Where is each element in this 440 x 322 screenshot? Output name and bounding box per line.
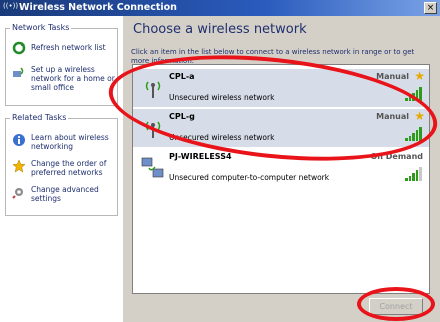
task-label: Learn about wireless networking: [31, 133, 109, 151]
signal-strength-icon: [405, 167, 423, 181]
signal-strength-icon: [405, 127, 423, 141]
connect-button[interactable]: Connect: [369, 298, 423, 315]
network-tasks-title: Network Tasks: [10, 23, 72, 32]
task-label: Change advanced settings: [31, 185, 99, 203]
close-button[interactable]: ×: [424, 2, 437, 14]
refresh-icon: [12, 41, 26, 55]
task-label: Change the order of preferred networks: [31, 159, 107, 177]
learn-wireless-task[interactable]: Learn about wireless networking: [12, 133, 122, 151]
page-title: Choose a wireless network: [133, 22, 307, 37]
computer-to-computer-icon: [141, 157, 164, 178]
wireless-antenna-icon: [145, 121, 161, 138]
network-name: PJ-WIRELESS4: [169, 152, 232, 161]
network-name: CPL-g: [169, 112, 195, 121]
setup-wireless-network-task[interactable]: Set up a wireless network for a home or …: [12, 65, 122, 92]
connection-mode: On Demand: [370, 152, 423, 161]
change-advanced-settings-task[interactable]: Change advanced settings: [12, 185, 122, 203]
network-description: Unsecured computer-to-computer network: [169, 173, 330, 182]
task-pane: Network Tasks Refresh network list Set u…: [0, 16, 123, 322]
network-row-pj-wireless4[interactable]: PJ-WIRELESS4 Unsecured computer-to-compu…: [133, 149, 429, 187]
refresh-network-list-task[interactable]: Refresh network list: [12, 41, 122, 55]
network-description: Unsecured wireless network: [169, 93, 275, 102]
main-pane: Choose a wireless network Click an item …: [123, 16, 440, 322]
settings-icon: [12, 188, 23, 199]
preferred-star-icon: ★: [414, 109, 425, 123]
change-order-task[interactable]: Change the order of preferred networks: [12, 159, 122, 177]
title-bar: ((•)) Wireless Network Connection ×: [0, 0, 440, 16]
window-title: Wireless Network Connection: [19, 2, 177, 13]
related-tasks-title: Related Tasks: [10, 113, 69, 122]
signal-strength-icon: [405, 87, 423, 101]
preferred-star-icon: ★: [414, 69, 425, 83]
network-name: CPL-a: [169, 72, 195, 81]
wireless-icon: ((•)): [3, 2, 19, 10]
network-row-cpl-g[interactable]: CPL-g Unsecured wireless network Manual …: [133, 109, 429, 147]
wireless-antenna-icon: [145, 81, 161, 98]
network-list[interactable]: CPL-a Unsecured wireless network Manual …: [132, 64, 430, 294]
related-tasks-group: Related Tasks Learn about wireless netwo…: [5, 113, 118, 216]
info-icon: [13, 134, 25, 146]
setup-network-icon: [13, 67, 24, 77]
task-label: Refresh network list: [31, 43, 106, 52]
task-label: Set up a wireless network for a home or …: [31, 65, 115, 92]
network-description: Unsecured wireless network: [169, 133, 275, 142]
connection-mode: Manual: [376, 112, 409, 121]
network-tasks-group: Network Tasks Refresh network list Set u…: [5, 23, 118, 106]
connection-mode: Manual: [376, 72, 409, 81]
star-icon: [12, 159, 26, 173]
network-row-cpl-a[interactable]: CPL-a Unsecured wireless network Manual …: [133, 69, 429, 107]
